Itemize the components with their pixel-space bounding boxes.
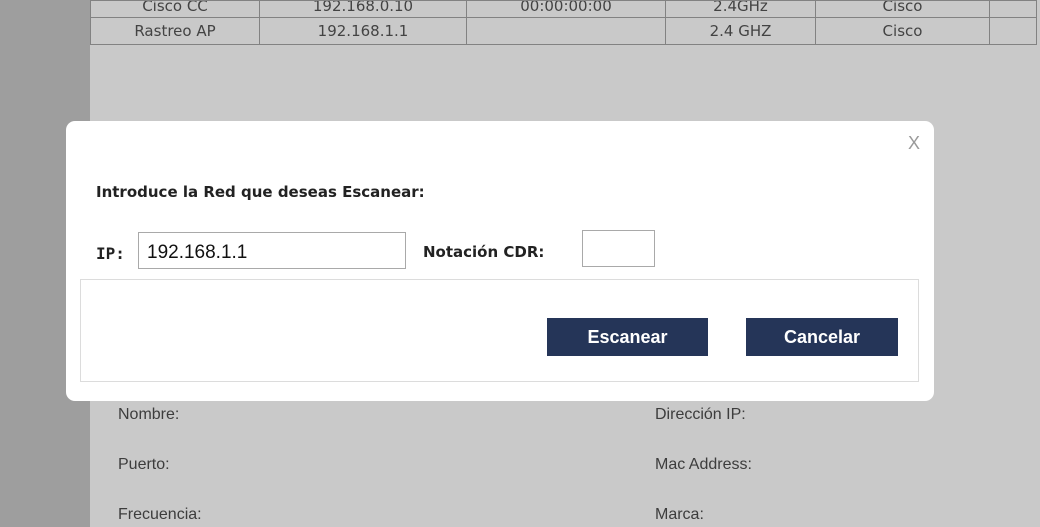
- cdr-input[interactable]: [582, 230, 655, 267]
- close-icon[interactable]: X: [908, 133, 920, 154]
- ip-input[interactable]: [138, 232, 406, 269]
- scan-button[interactable]: Escanear: [547, 318, 708, 356]
- dialog-title: Introduce la Red que deseas Escanear:: [96, 183, 425, 201]
- scan-network-dialog: X Introduce la Red que deseas Escanear: …: [66, 121, 934, 401]
- dialog-actions: Escanear Cancelar: [80, 279, 919, 382]
- ip-label: IP:: [96, 244, 125, 263]
- cdr-label: Notación CDR:: [423, 243, 545, 261]
- cancel-button[interactable]: Cancelar: [746, 318, 898, 356]
